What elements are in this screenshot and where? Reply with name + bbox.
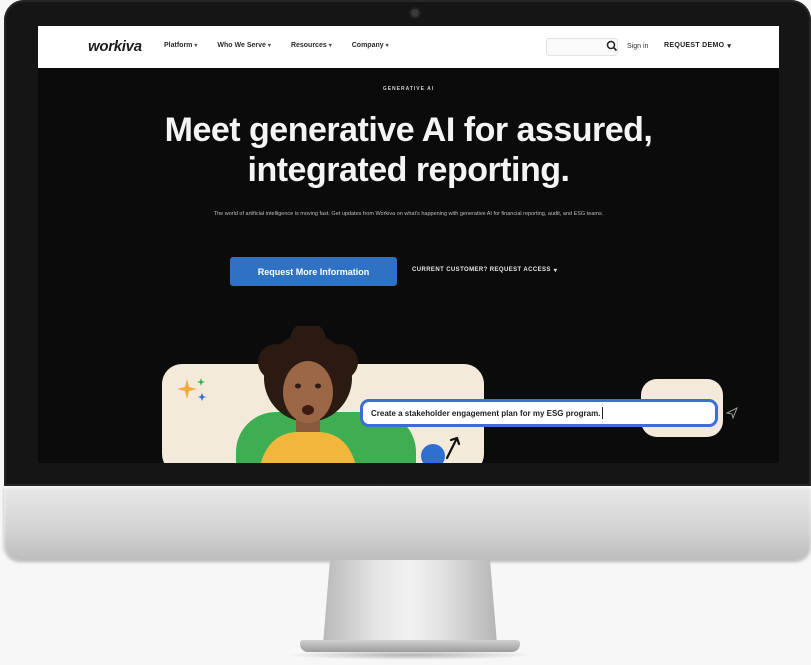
request-info-button[interactable]: Request More Information (230, 257, 397, 286)
search-icon[interactable] (605, 39, 619, 53)
arrow-up-icon (445, 436, 461, 460)
ai-prompt-input[interactable]: Create a stakeholder engagement plan for… (360, 399, 718, 427)
nav-item-label: Who We Serve (217, 42, 266, 49)
person-photo (258, 326, 358, 463)
chevron-down-icon: ▾ (385, 43, 389, 49)
workiva-logo[interactable]: workiva (88, 38, 142, 55)
sign-in-link[interactable]: Sign in (627, 43, 648, 50)
hero-eyebrow: GENERATIVE AI (382, 86, 435, 92)
illustration-blue-circle (421, 444, 445, 463)
sparkle-icon (177, 378, 206, 401)
chevron-down-icon: ▾ (328, 43, 332, 49)
request-demo-label: REQUEST DEMO (664, 42, 725, 49)
request-access-link[interactable]: CURRENT CUSTOMER? REQUEST ACCESS ▾ (412, 267, 557, 274)
monitor-chin (4, 486, 811, 560)
request-access-label: CURRENT CUSTOMER? REQUEST ACCESS (412, 267, 551, 273)
nav-item-company[interactable]: Company ▾ (352, 42, 389, 49)
chevron-down-icon: ▾ (194, 43, 198, 49)
prompt-text: Create a stakeholder engagement plan for… (371, 408, 601, 418)
top-nav: workiva Platform ▾ Who We Serve ▾ Resour… (38, 26, 779, 68)
nav-item-label: Company (351, 42, 384, 49)
send-icon[interactable] (726, 407, 738, 419)
headline-line-2: integrated reporting. (247, 151, 570, 189)
monitor: workiva Platform ▾ Who We Serve ▾ Resour… (4, 0, 811, 560)
nav-menu: Platform ▾ Who We Serve ▾ Resources ▾ Co… (164, 42, 389, 49)
text-caret (602, 407, 604, 419)
screen: workiva Platform ▾ Who We Serve ▾ Resour… (38, 26, 779, 463)
nav-item-label: Resources (290, 42, 327, 49)
hero-headline: Meet generative AI for assured, integrat… (38, 110, 779, 190)
nav-item-who-we-serve[interactable]: Who We Serve ▾ (217, 42, 271, 49)
nav-item-platform[interactable]: Platform ▾ (164, 42, 197, 49)
nav-item-resources[interactable]: Resources ▾ (291, 42, 332, 49)
nav-item-label: Platform (164, 42, 193, 49)
camera-dot (411, 9, 419, 17)
chevron-down-icon: ▾ (553, 268, 558, 274)
chevron-down-icon: ▾ (727, 43, 732, 50)
headline-line-1: Meet generative AI for assured, (164, 111, 653, 149)
monitor-stand-neck (323, 560, 497, 644)
request-demo-button[interactable]: REQUEST DEMO ▾ (664, 42, 731, 50)
chevron-down-icon: ▾ (267, 43, 271, 49)
monitor-stand-base (300, 640, 520, 652)
hero-subtext: The world of artificial intelligence is … (213, 211, 604, 217)
